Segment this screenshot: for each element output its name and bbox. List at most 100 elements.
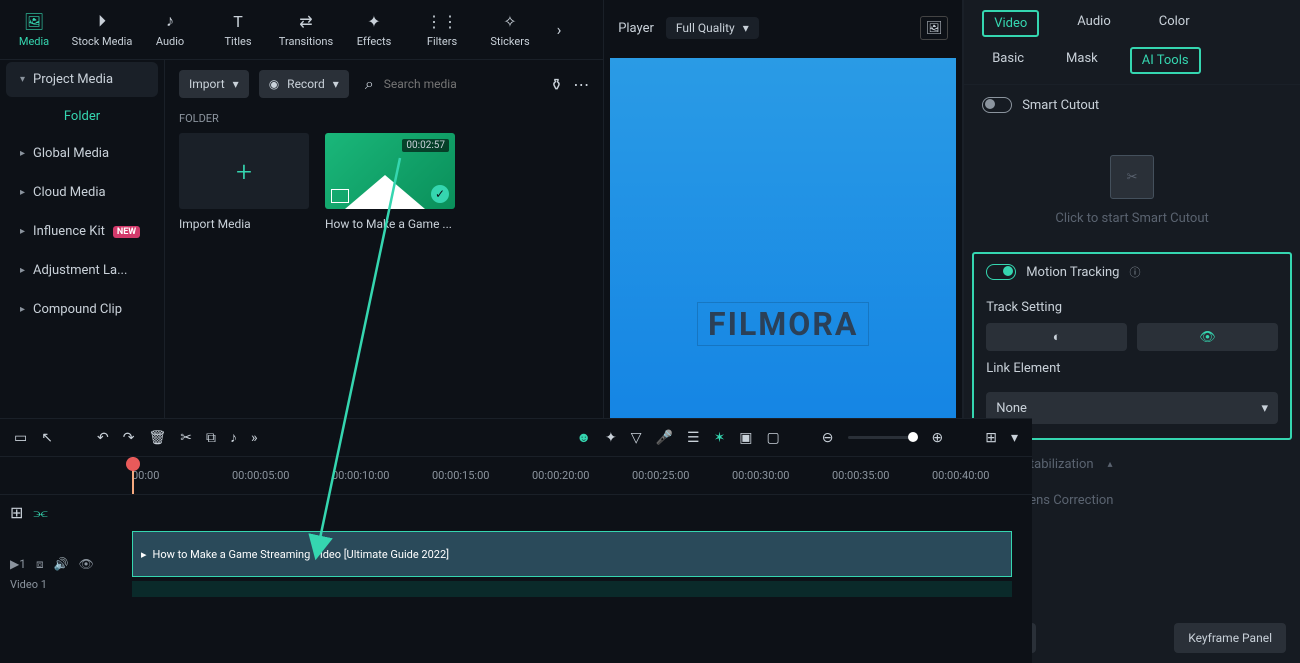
- tab-color[interactable]: Color: [1149, 10, 1200, 37]
- ruler-tick: 00:00:10:00: [332, 469, 432, 482]
- tab-video[interactable]: Video: [982, 10, 1039, 37]
- chevron-down-icon: ▾: [20, 74, 25, 85]
- circle-icon: ◐: [1053, 329, 1061, 345]
- nav-stock-media[interactable]: ⏵ Stock Media: [68, 0, 136, 60]
- stock-media-icon: ⏵: [92, 11, 112, 31]
- cutout-icon[interactable]: ✂: [1110, 155, 1154, 199]
- link-element-label: Link Element: [974, 351, 1290, 384]
- quality-dropdown[interactable]: Full Quality ▾: [666, 17, 759, 39]
- nav-effects[interactable]: ✦ Effects: [340, 0, 408, 60]
- cut-icon[interactable]: ✂: [180, 430, 192, 446]
- link-icon[interactable]: ⊞: [10, 503, 23, 523]
- sparkle-icon[interactable]: ✦: [605, 430, 617, 446]
- delete-icon[interactable]: 🗑: [148, 430, 166, 446]
- subtab-ai-tools[interactable]: AI Tools: [1130, 47, 1201, 74]
- top-nav: 🖼 Media ⏵ Stock Media ♪ Audio T Titles ⇄…: [0, 0, 603, 60]
- ruler-tick: 00:00:35:00: [832, 469, 932, 482]
- timeline-clip[interactable]: ▸ How to Make a Game Streaming Video [Ul…: [132, 531, 1012, 577]
- timeline-audio-wave[interactable]: [132, 581, 1012, 597]
- new-badge: NEW: [113, 226, 140, 238]
- keyframe-panel-button[interactable]: Keyframe Panel: [1174, 623, 1286, 653]
- media-clip-tile[interactable]: 00:02:57 ✓ How to Make a Game ...: [325, 133, 455, 231]
- nav-stickers[interactable]: ✧ Stickers: [476, 0, 544, 60]
- timeline-toolbar: ▭ ↖ ↶ ↷ 🗑 ✂ ⧉ ♪ » ☻ ✦ ▽ 🎤 ☰ ✶ ▣ ▢ ⊖ ⊕ ⊞ …: [0, 419, 1032, 457]
- motion-tracking-toggle[interactable]: [986, 264, 1016, 280]
- stack-icon[interactable]: ▣: [739, 430, 752, 446]
- track-mode-a-button[interactable]: ◐: [986, 323, 1127, 351]
- ai-face-icon[interactable]: ☻: [576, 429, 591, 446]
- motion-tracking-section: Motion Tracking ⓘ Track Setting ◐ 👁 Link…: [972, 252, 1292, 440]
- subtab-basic[interactable]: Basic: [982, 47, 1034, 74]
- help-icon[interactable]: ⓘ: [1129, 264, 1140, 280]
- chevron-up-icon[interactable]: ▴: [1108, 459, 1113, 470]
- marker-icon[interactable]: ✶: [714, 430, 726, 446]
- track-setting-label: Track Setting: [974, 290, 1290, 323]
- quality-label: Full Quality: [676, 21, 735, 35]
- zoom-slider[interactable]: [848, 436, 918, 439]
- sidebar-cloud-media[interactable]: ▸ Cloud Media: [6, 175, 158, 210]
- film-icon: [331, 189, 349, 203]
- dropdown-icon[interactable]: ▾: [1011, 430, 1018, 446]
- snapshot-icon[interactable]: 🖼: [920, 16, 948, 40]
- music-icon[interactable]: ♪: [230, 429, 237, 446]
- nav-filters[interactable]: ⋮⋮ Filters: [408, 0, 476, 60]
- ruler-tick: 00:00:30:00: [732, 469, 832, 482]
- chevron-right-icon: ▸: [20, 148, 25, 159]
- sidebar-compound-clip[interactable]: ▸ Compound Clip: [6, 292, 158, 327]
- chain-icon[interactable]: ⫘: [33, 503, 47, 523]
- effects-icon: ✦: [364, 11, 384, 31]
- list-icon[interactable]: ☰: [687, 430, 700, 446]
- expand-icon[interactable]: »: [251, 430, 258, 446]
- link-element-value: None: [996, 401, 1027, 416]
- lock-icon[interactable]: ⧈: [36, 557, 44, 572]
- browser-toolbar: Import ▾ ◉ Record ▾ ⌕ ⚱ ⋯: [179, 70, 589, 98]
- mic-icon[interactable]: 🎤: [656, 430, 673, 446]
- titles-icon: T: [228, 11, 248, 31]
- redo-icon[interactable]: ↷: [123, 430, 135, 446]
- inspector-subtabs: Basic Mask AI Tools: [964, 43, 1300, 85]
- ruler-tick: 00:00:40:00: [932, 469, 1032, 482]
- import-media-tile[interactable]: + Import Media: [179, 133, 309, 231]
- nav-audio[interactable]: ♪ Audio: [136, 0, 204, 60]
- tab-audio[interactable]: Audio: [1067, 10, 1120, 37]
- grid-icon[interactable]: ⊞: [985, 430, 997, 446]
- transitions-icon: ⇄: [296, 11, 316, 31]
- sidebar-project-media[interactable]: ▾ Project Media: [6, 62, 158, 97]
- shield-icon[interactable]: ▽: [631, 430, 642, 446]
- nav-scroll-right[interactable]: ›: [544, 0, 574, 60]
- sidebar-adjustment-layer[interactable]: ▸ Adjustment La...: [6, 253, 158, 288]
- timeline-ruler[interactable]: 00:00 00:00:05:00 00:00:10:00 00:00:15:0…: [0, 457, 1032, 495]
- import-button[interactable]: Import ▾: [179, 70, 249, 98]
- subtab-mask[interactable]: Mask: [1056, 47, 1108, 74]
- visibility-icon[interactable]: 👁: [79, 557, 94, 572]
- zoom-out-icon[interactable]: ⊖: [822, 430, 834, 446]
- select-tool-icon[interactable]: ▭: [14, 430, 27, 446]
- nav-label: Transitions: [279, 35, 333, 48]
- nav-transitions[interactable]: ⇄ Transitions: [272, 0, 340, 60]
- filter-icon[interactable]: ⚱: [550, 75, 563, 94]
- nav-label: Stock Media: [72, 35, 133, 48]
- sidebar-item-label: Adjustment La...: [33, 263, 127, 278]
- record-button[interactable]: ◉ Record ▾: [259, 70, 349, 98]
- more-icon[interactable]: ⋯: [573, 75, 589, 94]
- mute-icon[interactable]: 🔊: [54, 557, 69, 572]
- sidebar-global-media[interactable]: ▸ Global Media: [6, 136, 158, 171]
- zoom-in-icon[interactable]: ⊕: [932, 430, 944, 446]
- nav-media[interactable]: 🖼 Media: [0, 0, 68, 60]
- pointer-tool-icon[interactable]: ↖: [41, 430, 53, 446]
- undo-icon[interactable]: ↶: [97, 430, 109, 446]
- sidebar-folder[interactable]: Folder: [0, 99, 164, 134]
- clip-title: How to Make a Game Streaming Video [Ulti…: [153, 548, 450, 561]
- nav-titles[interactable]: T Titles: [204, 0, 272, 60]
- video-track-icon[interactable]: ▶1: [10, 557, 26, 572]
- rect-icon[interactable]: ▢: [767, 430, 780, 446]
- sidebar-item-label: Cloud Media: [33, 185, 106, 200]
- track-mode-b-button[interactable]: 👁: [1137, 323, 1278, 351]
- playhead-handle[interactable]: [126, 457, 140, 471]
- viewport-overlay-text: FILMORA: [697, 302, 869, 346]
- crop-icon[interactable]: ⧉: [206, 430, 216, 446]
- search-input[interactable]: [384, 77, 540, 91]
- sidebar-influence-kit[interactable]: ▸ Influence Kit NEW: [6, 214, 158, 249]
- track-header: ⊞ ⫘ ▶1 ⧈ 🔊 👁 Video 1: [0, 495, 130, 663]
- smart-cutout-toggle[interactable]: [982, 97, 1012, 113]
